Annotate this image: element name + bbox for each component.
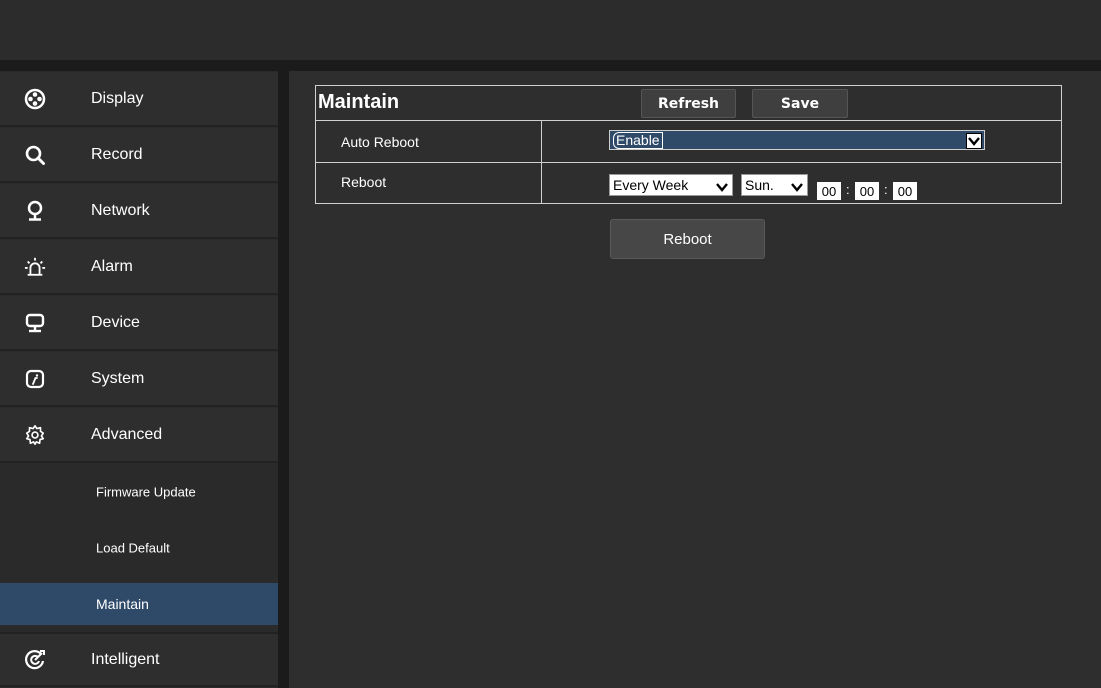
save-button[interactable]: Save [752, 89, 848, 118]
sidebar-item-advanced[interactable]: Advanced [0, 408, 278, 463]
sidebar-item-alarm[interactable]: Alarm [0, 240, 278, 295]
sidebar-item-record[interactable]: Record [0, 128, 278, 183]
divider [541, 120, 542, 203]
divider [316, 162, 1061, 163]
system-icon [24, 368, 46, 390]
reboot-day-select[interactable]: Sun. [741, 174, 808, 196]
sidebar-item-label: Alarm [91, 257, 133, 275]
auto-reboot-select[interactable]: Enable [609, 130, 985, 150]
search-icon [24, 144, 46, 166]
sidebar-item-intelligent[interactable]: Intelligent [0, 632, 278, 687]
sidebar-subitem-firmware-update[interactable]: Firmware Update [0, 471, 278, 513]
monitor-icon [24, 312, 46, 334]
reboot-day-value: Sun. [745, 177, 774, 193]
intelligent-icon [24, 649, 46, 671]
maintain-panel: Maintain Refresh Save Auto Reboot Reboot… [315, 85, 1062, 204]
gear-icon [24, 424, 46, 446]
header-divider [0, 60, 1101, 71]
auto-reboot-value: Enable [613, 131, 663, 149]
display-icon [24, 88, 46, 110]
sidebar-item-system[interactable]: System [0, 352, 278, 407]
alarm-icon [24, 256, 46, 278]
chevron-down-icon [716, 179, 728, 195]
sidebar-subitem-label: Maintain [96, 596, 149, 612]
sidebar-subitem-load-default[interactable]: Load Default [0, 527, 278, 569]
sidebar-item-label: Display [91, 89, 144, 107]
sidebar-item-network[interactable]: Network [0, 184, 278, 239]
auto-reboot-label: Auto Reboot [341, 134, 419, 150]
sidebar-item-label: System [91, 369, 145, 387]
top-header-bar [0, 0, 1101, 60]
reboot-frequency-value: Every Week [613, 177, 689, 193]
minute-input[interactable]: 00 [855, 182, 879, 200]
hour-input[interactable]: 00 [817, 182, 841, 200]
chevron-down-icon [966, 133, 982, 149]
sidebar-item-display[interactable]: Display [0, 72, 278, 127]
sidebar-item-label: Device [91, 313, 140, 331]
network-icon [24, 200, 46, 222]
sidebar-subitem-label: Load Default [96, 540, 170, 556]
sidebar-item-label: Record [91, 145, 143, 163]
time-separator: : [884, 182, 888, 197]
sidebar-item-device[interactable]: Device [0, 296, 278, 351]
sidebar-item-label: Network [91, 201, 150, 219]
divider [316, 120, 1061, 121]
sidebar-subitem-maintain[interactable]: Maintain [0, 583, 278, 625]
chevron-down-icon [791, 179, 803, 195]
reboot-frequency-select[interactable]: Every Week [609, 174, 733, 196]
reboot-button[interactable]: Reboot [610, 219, 765, 259]
refresh-button[interactable]: Refresh [641, 89, 736, 118]
page-title: Maintain [318, 91, 400, 113]
reboot-label: Reboot [341, 174, 387, 190]
sidebar-item-label: Intelligent [91, 650, 160, 668]
sidebar-item-label: Advanced [91, 425, 163, 443]
second-input[interactable]: 00 [893, 182, 917, 200]
time-separator: : [846, 182, 850, 197]
sidebar-divider [278, 71, 289, 688]
sidebar-subitem-label: Firmware Update [96, 484, 196, 500]
sidebar: Display Record Network Alarm Device Syst… [0, 71, 278, 688]
